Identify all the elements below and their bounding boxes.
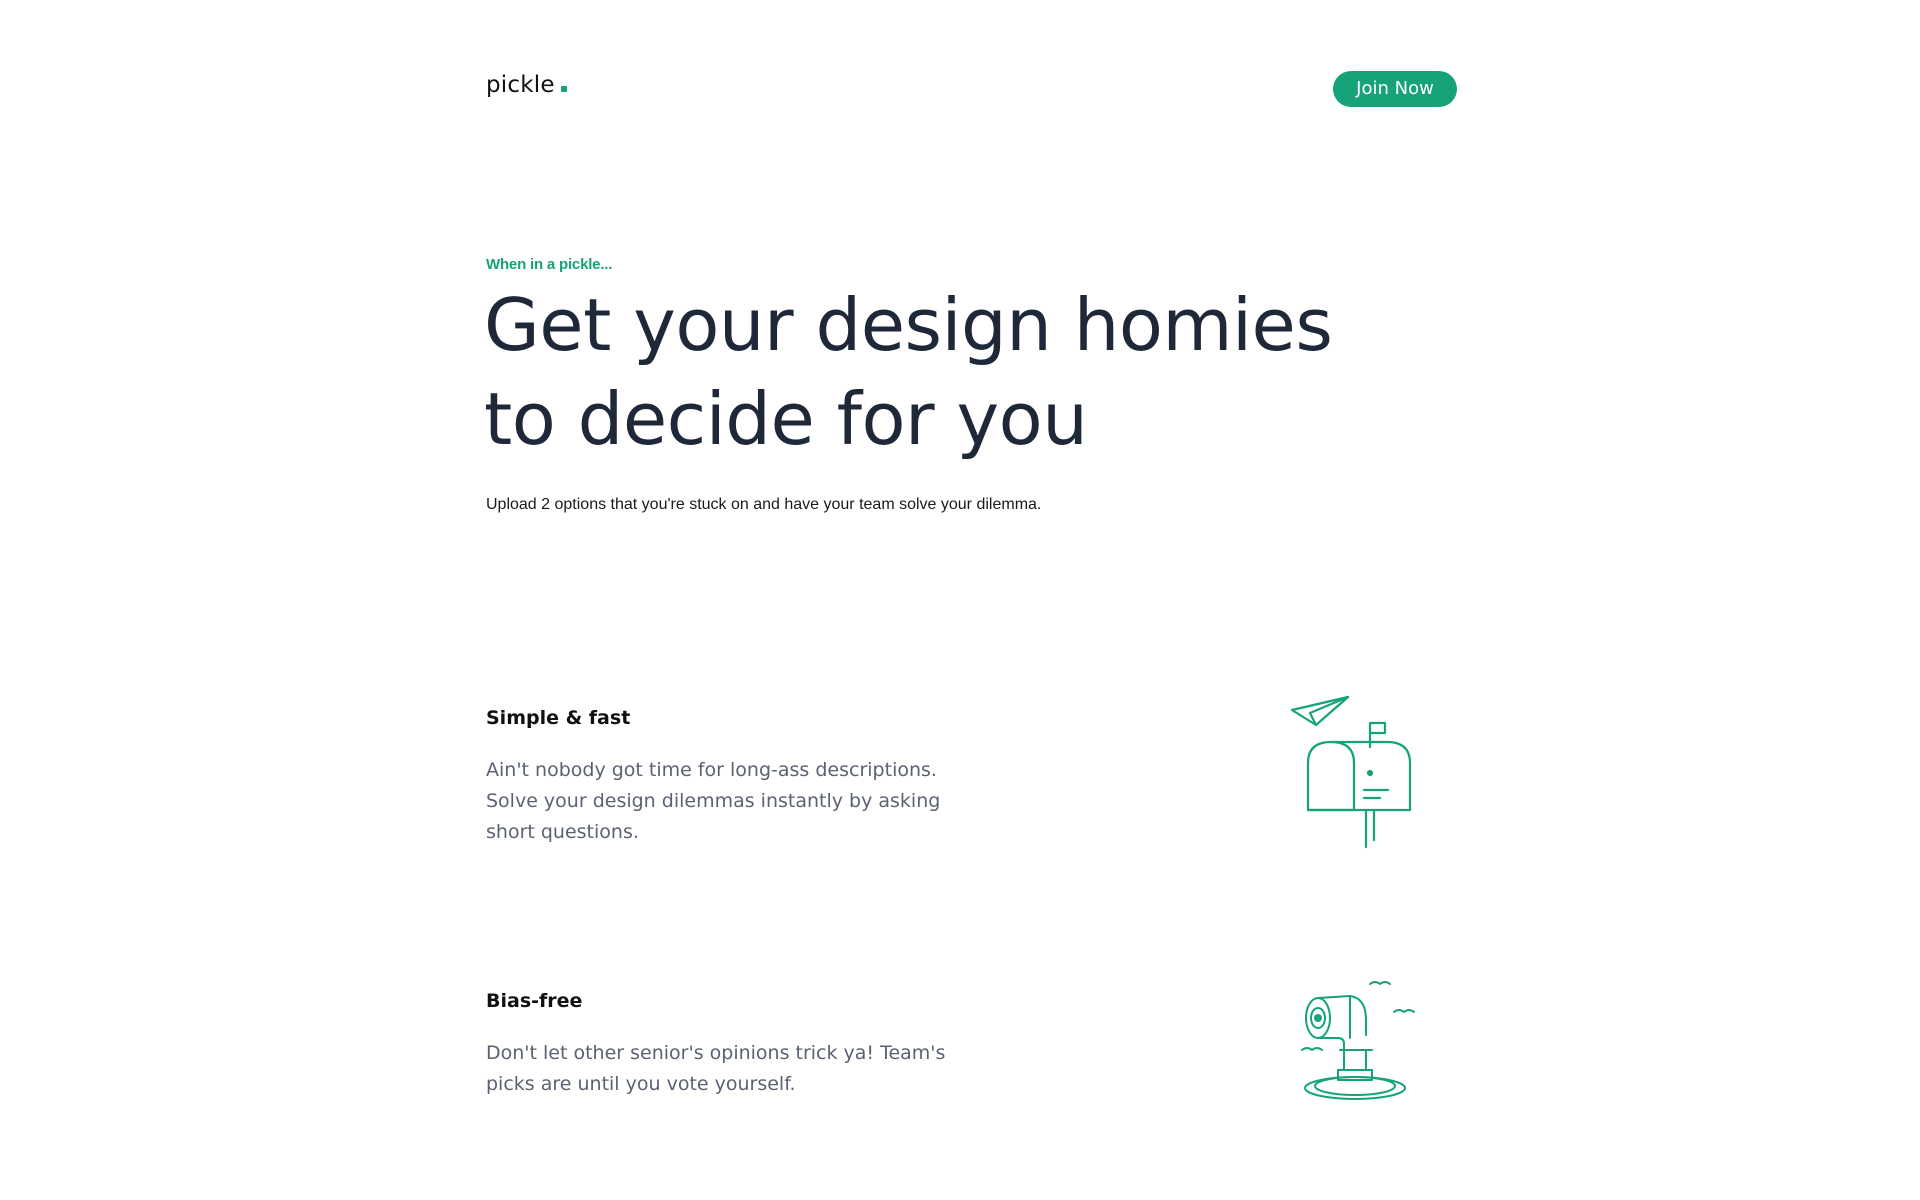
- feature-desc-bias-free: Don't let other senior's opinions trick …: [486, 1038, 956, 1100]
- mailbox-paper-plane-icon: [1290, 695, 1412, 849]
- hero-subtitle: Upload 2 options that you're stuck on an…: [486, 496, 1042, 513]
- feature-title-bias-free: Bias-free: [486, 990, 583, 1012]
- feature-desc-line: Ain't nobody got time for long-ass descr…: [486, 759, 937, 781]
- join-now-button[interactable]: Join Now: [1333, 71, 1457, 107]
- feature-desc-line: short questions.: [486, 821, 639, 843]
- logo-text: pickle: [486, 72, 555, 98]
- feature-desc-line: Don't let other senior's opinions trick …: [486, 1042, 946, 1064]
- feature-desc-line: picks are until you vote yourself.: [486, 1073, 796, 1095]
- hero-title-line-2: to decide for you: [484, 377, 1088, 461]
- feature-title-simple-fast: Simple & fast: [486, 707, 631, 729]
- hero-title: Get your design homies to decide for you: [484, 278, 1384, 466]
- hero-eyebrow: When in a pickle...: [486, 256, 613, 273]
- landing-page: pickle Join Now When in a pickle... Get …: [0, 0, 1920, 1200]
- logo-dot: [560, 86, 567, 92]
- logo[interactable]: pickle: [486, 72, 567, 98]
- periscope-icon: [1301, 981, 1415, 1100]
- feature-desc-line: Solve your design dilemmas instantly by …: [486, 790, 941, 812]
- hero-title-line-1: Get your design homies: [484, 283, 1333, 367]
- feature-desc-simple-fast: Ain't nobody got time for long-ass descr…: [486, 755, 956, 848]
